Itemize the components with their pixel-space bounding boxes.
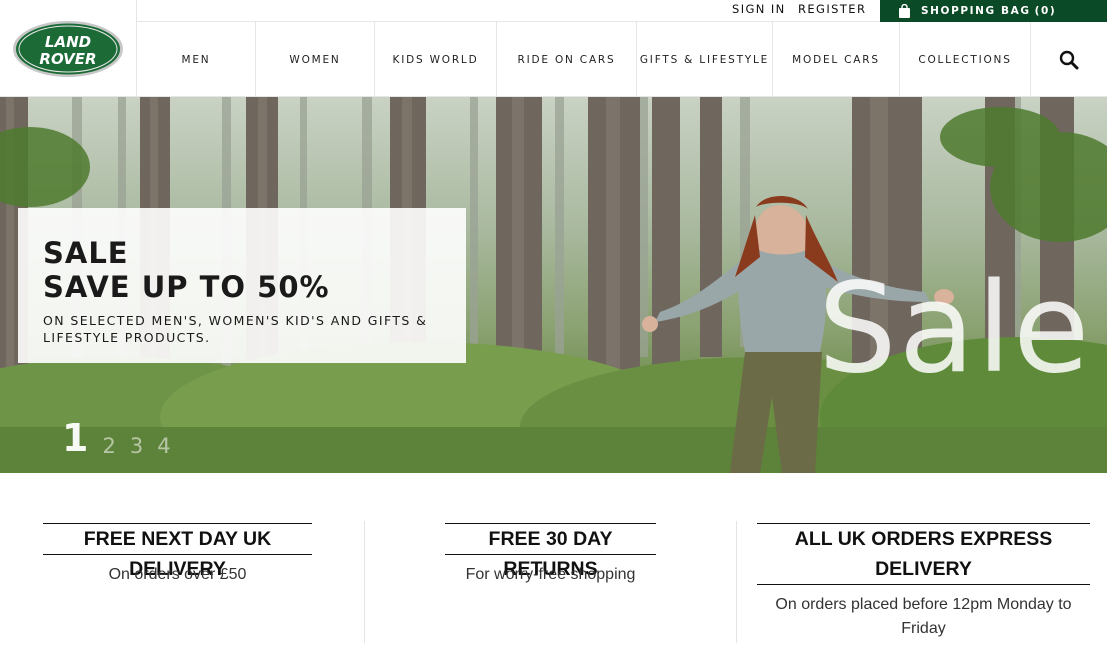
- sale-overlay-word: Sale: [818, 257, 1092, 401]
- hero-banner[interactable]: Sale SALE SAVE UP TO 50% ON SELECTED MEN…: [0, 97, 1107, 473]
- nav-item-men[interactable]: MEN: [137, 22, 256, 97]
- main-navigation: MEN WOMEN KIDS WORLD RIDE ON CARS GIFTS …: [137, 22, 1107, 97]
- benefits-strip: FREE NEXT DAY UK DELIVERY On orders over…: [0, 473, 1107, 652]
- nav-item-women[interactable]: WOMEN: [256, 22, 375, 97]
- benefit-delivery-text: On orders over £50: [108, 566, 247, 583]
- promo-title-line2: SAVE UP TO 50%: [43, 270, 330, 304]
- benefit-express-text-line2: Friday: [901, 620, 946, 637]
- promo-title-line1: SALE: [43, 236, 129, 270]
- slide-pagination: 1 2 3 4: [62, 419, 171, 457]
- benefit-returns-text: For worry-free shopping: [465, 566, 636, 583]
- nav-item-ride-on-cars[interactable]: RIDE ON CARS: [497, 22, 637, 97]
- site-header: LAND ROVER SIGN IN REGISTER SHOPPING BAG…: [0, 0, 1107, 97]
- nav-item-gifts-lifestyle[interactable]: GIFTS & LIFESTYLE: [637, 22, 773, 97]
- benefits-divider: [364, 521, 365, 643]
- slide-1-indicator[interactable]: 1: [62, 419, 88, 457]
- slide-4-indicator[interactable]: 4: [157, 436, 170, 457]
- sign-in-link[interactable]: SIGN IN: [732, 2, 786, 16]
- shopping-bag-label: SHOPPING BAG: [921, 5, 1031, 17]
- utility-bar: SIGN IN REGISTER SHOPPING BAG (0): [137, 0, 1107, 22]
- slide-2-indicator[interactable]: 2: [102, 436, 115, 457]
- benefit-express-title: ALL UK ORDERS EXPRESS DELIVERY: [757, 523, 1090, 585]
- promo-subtitle: ON SELECTED MEN'S, WOMEN'S KID'S AND GIF…: [43, 313, 428, 345]
- benefit-express-text-line1: On orders placed before 12pm Monday to: [775, 596, 1072, 613]
- slide-3-indicator[interactable]: 3: [130, 436, 143, 457]
- logo-link[interactable]: LAND ROVER: [0, 0, 137, 97]
- shopping-bag-icon: [899, 4, 910, 18]
- benefits-divider: [736, 521, 737, 643]
- shopping-bag-button[interactable]: SHOPPING BAG (0): [880, 0, 1107, 22]
- benefit-express-text: On orders placed before 12pm Monday to F…: [757, 593, 1090, 641]
- benefit-express-title-line1: ALL UK ORDERS EXPRESS: [794, 528, 1053, 550]
- nav-item-kids-world[interactable]: KIDS WORLD: [375, 22, 497, 97]
- register-link[interactable]: REGISTER: [798, 2, 866, 16]
- logo-text-land: LAND: [45, 33, 91, 51]
- promo-card[interactable]: SALE SAVE UP TO 50% ON SELECTED MEN'S, W…: [18, 208, 466, 363]
- nav-item-collections[interactable]: COLLECTIONS: [900, 22, 1031, 97]
- land-rover-logo: LAND ROVER: [13, 20, 123, 77]
- shopping-bag-count: (0): [1034, 5, 1057, 17]
- benefit-returns-title: FREE 30 DAY RETURNS: [445, 523, 656, 580]
- benefit-express-title-line2: DELIVERY: [875, 558, 972, 580]
- logo-text-rover: ROVER: [39, 50, 96, 68]
- benefit-delivery-title: FREE NEXT DAY UK DELIVERY: [43, 523, 312, 580]
- nav-item-model-cars[interactable]: MODEL CARS: [773, 22, 900, 97]
- search-icon: [1059, 50, 1079, 69]
- search-button[interactable]: [1031, 22, 1107, 97]
